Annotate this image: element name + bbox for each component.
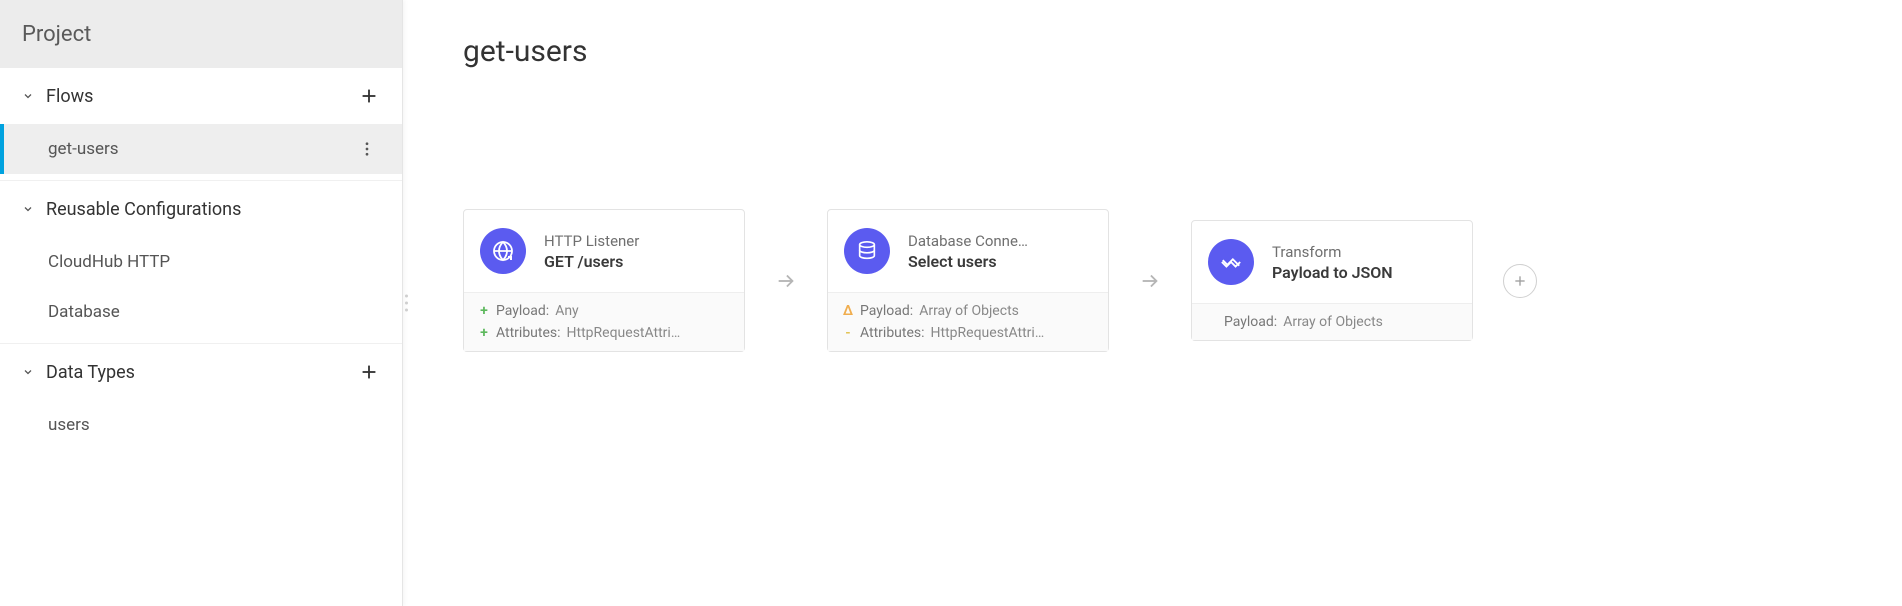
- card-name: Payload to JSON: [1272, 263, 1454, 282]
- meta-key: Attributes:: [496, 325, 561, 341]
- delta-icon: Δ: [842, 303, 854, 319]
- database-icon: [844, 228, 890, 274]
- card-meta: + Payload: Any + Attributes: HttpRequest…: [464, 292, 744, 351]
- sidebar-item-cloudhub-http[interactable]: CloudHub HTTP: [0, 237, 402, 287]
- chevron-down-icon: [22, 203, 34, 215]
- card-type: HTTP Listener: [544, 232, 726, 250]
- flow-item-menu-button[interactable]: [358, 140, 376, 158]
- flow-title: get-users: [463, 34, 1842, 69]
- card-name: Select users: [908, 252, 1090, 271]
- minus-icon: -: [842, 325, 854, 341]
- sidebar-item-label: CloudHub HTTP: [48, 252, 170, 272]
- flow-card-http-listener[interactable]: HTTP Listener GET /users + Payload: Any …: [463, 209, 745, 352]
- section-flows-label: Flows: [46, 86, 93, 107]
- meta-line: . Payload: Array of Objects: [1206, 314, 1458, 330]
- meta-key: Attributes:: [860, 325, 925, 341]
- arrow-right-icon: [775, 270, 797, 292]
- add-flow-button[interactable]: [358, 85, 380, 107]
- chevron-down-icon: [22, 366, 34, 378]
- sidebar-title: Project: [22, 22, 91, 47]
- section-data-types-label: Data Types: [46, 362, 135, 383]
- section-data-types: Data Types users: [0, 344, 402, 456]
- card-type: Database Conne…: [908, 232, 1090, 250]
- section-configs: Reusable Configurations CloudHub HTTP Da…: [0, 181, 402, 344]
- section-data-types-items: users: [0, 400, 402, 456]
- section-flows-header[interactable]: Flows: [0, 68, 402, 124]
- plus-icon: +: [478, 325, 490, 341]
- section-configs-label: Reusable Configurations: [46, 199, 241, 220]
- sidebar-item-label: users: [48, 415, 90, 435]
- flow-card-database[interactable]: Database Conne… Select users Δ Payload: …: [827, 209, 1109, 352]
- flow-row: HTTP Listener GET /users + Payload: Any …: [463, 209, 1842, 352]
- arrow-right-icon: [1139, 270, 1161, 292]
- flow-card-transform[interactable]: Transform Payload to JSON . Payload: Arr…: [1191, 220, 1473, 341]
- add-data-type-button[interactable]: [358, 361, 380, 383]
- meta-val: Any: [555, 303, 579, 319]
- globe-icon: [480, 228, 526, 274]
- transform-icon: [1208, 239, 1254, 285]
- project-sidebar: Project Flows get-users: [0, 0, 403, 606]
- section-configs-items: CloudHub HTTP Database: [0, 237, 402, 343]
- card-name: GET /users: [544, 252, 726, 271]
- sidebar-item-label: Database: [48, 302, 120, 322]
- flow-canvas: get-users HTTP Listener GET /users: [403, 0, 1902, 606]
- meta-key: Payload:: [1224, 314, 1277, 330]
- add-step-button[interactable]: [1503, 264, 1537, 298]
- meta-val: HttpRequestAttri…: [931, 325, 1045, 341]
- section-configs-header[interactable]: Reusable Configurations: [0, 181, 402, 237]
- meta-line: + Payload: Any: [478, 303, 730, 319]
- meta-val: Array of Objects: [919, 303, 1019, 319]
- section-flows-items: get-users: [0, 124, 402, 180]
- meta-line: + Attributes: HttpRequestAttri…: [478, 325, 730, 341]
- plus-icon: +: [478, 303, 490, 319]
- section-flows: Flows get-users: [0, 68, 402, 181]
- sidebar-item-users-type[interactable]: users: [0, 400, 402, 450]
- meta-val: HttpRequestAttri…: [567, 325, 681, 341]
- meta-val: Array of Objects: [1283, 314, 1383, 330]
- sidebar-resize-handle[interactable]: [405, 295, 408, 312]
- chevron-down-icon: [22, 90, 34, 102]
- meta-key: Payload:: [860, 303, 913, 319]
- card-type: Transform: [1272, 243, 1454, 261]
- card-meta: . Payload: Array of Objects: [1192, 303, 1472, 340]
- sidebar-item-get-users[interactable]: get-users: [0, 124, 402, 174]
- meta-line: Δ Payload: Array of Objects: [842, 303, 1094, 319]
- sidebar-item-label: get-users: [48, 139, 119, 159]
- meta-line: - Attributes: HttpRequestAttri…: [842, 325, 1094, 341]
- card-meta: Δ Payload: Array of Objects - Attributes…: [828, 292, 1108, 351]
- sidebar-header: Project: [0, 0, 402, 68]
- spacer: .: [1206, 314, 1218, 330]
- section-data-types-header[interactable]: Data Types: [0, 344, 402, 400]
- meta-key: Payload:: [496, 303, 549, 319]
- sidebar-item-database[interactable]: Database: [0, 287, 402, 337]
